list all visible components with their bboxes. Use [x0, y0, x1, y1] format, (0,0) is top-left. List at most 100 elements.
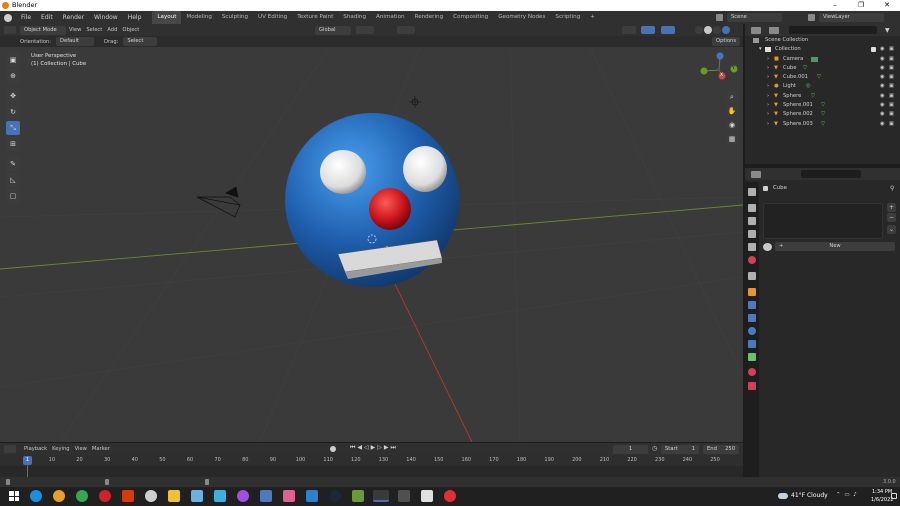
end-frame-field[interactable]: End 250 — [703, 444, 739, 454]
measure-tool-icon[interactable]: ◺ — [6, 173, 20, 187]
tab-geometry-nodes[interactable]: Geometry Nodes — [493, 11, 550, 24]
outliner-item-cube[interactable]: › ▼ Cube ▽ ◉ ▣ — [745, 64, 900, 73]
visibility-eye-icon[interactable]: ◉ — [880, 45, 885, 54]
menu-select[interactable]: Select — [86, 27, 102, 33]
app-icon-6[interactable] — [306, 490, 318, 502]
menu-render[interactable]: Render — [58, 11, 89, 24]
tab-texture-paint[interactable]: Texture Paint — [292, 11, 338, 24]
visibility-eye-icon[interactable]: ◉ — [880, 120, 885, 129]
outliner-item-sphere-003[interactable]: › ▼ Sphere.003 ▽ ◉ ▣ — [745, 120, 900, 129]
viewlayer-selector[interactable]: ViewLayer — [808, 12, 887, 23]
camera-view-icon[interactable]: ◉ — [726, 119, 738, 131]
tab-shading[interactable]: Shading — [338, 11, 371, 24]
transform-orientation-dropdown[interactable]: Global — [315, 25, 351, 35]
properties-search-input[interactable] — [801, 170, 861, 178]
menu-keying[interactable]: Keying — [52, 446, 69, 452]
viewlayer-name[interactable]: ViewLayer — [819, 13, 884, 22]
notification-icon[interactable] — [891, 493, 897, 499]
solid-shading-icon[interactable] — [704, 26, 712, 34]
render-camera-icon[interactable]: ▣ — [889, 101, 894, 110]
playhead[interactable]: 1 — [23, 456, 32, 465]
particles-tab-icon[interactable] — [748, 314, 756, 322]
blender-taskbar-icon[interactable] — [373, 490, 389, 502]
menu-edit[interactable]: Edit — [36, 11, 58, 24]
drag-dropdown[interactable]: Select Box — [123, 37, 158, 53]
pin-icon[interactable]: ⚲ — [890, 185, 894, 192]
app-icon-4[interactable] — [237, 490, 249, 502]
transform-tool-icon[interactable]: ⊞ — [6, 137, 20, 151]
menu-window[interactable]: Window — [89, 11, 123, 24]
tab-scripting[interactable]: Scripting — [550, 11, 585, 24]
menu-marker[interactable]: Marker — [92, 446, 110, 452]
calculator-icon[interactable] — [260, 490, 272, 502]
snap-icon[interactable] — [356, 26, 374, 34]
render-camera-icon[interactable]: ▣ — [889, 55, 894, 64]
app-icon-8[interactable] — [421, 490, 433, 502]
render-camera-icon[interactable]: ▣ — [889, 110, 894, 119]
scene-selector[interactable]: Scene — [716, 12, 785, 23]
blender-menu-icon[interactable] — [4, 13, 12, 22]
visibility-eye-icon[interactable]: ◉ — [880, 82, 885, 91]
view-layer-tab-icon[interactable] — [748, 230, 756, 238]
timeline-editor-icon[interactable] — [4, 445, 16, 453]
scale-tool-icon[interactable]: ⤡ — [6, 121, 20, 135]
outliner-item-sphere-001[interactable]: › ▼ Sphere.001 ▽ ◉ ▣ — [745, 101, 900, 110]
outliner-item-light[interactable]: › ● Light ◎ ◉ ▣ — [745, 82, 900, 91]
mode-dropdown[interactable]: Object Mode — [20, 25, 66, 35]
opera-icon[interactable] — [99, 490, 111, 502]
editor-type-icon[interactable] — [4, 26, 16, 34]
playback-controls[interactable]: ⏮◀◁▶▷▶⏭ — [350, 444, 398, 452]
tab-rendering[interactable]: Rendering — [410, 11, 449, 24]
filter-icon[interactable]: ▼ — [885, 27, 890, 34]
menu-view[interactable]: View — [69, 27, 81, 33]
menu-object[interactable]: Object — [122, 27, 139, 33]
tab-sculpting[interactable]: Sculpting — [217, 11, 253, 24]
annotate-tool-icon[interactable]: ✎ — [6, 157, 20, 171]
tab-compositing[interactable]: Compositing — [448, 11, 493, 24]
zoom-icon[interactable]: ⌕ — [726, 91, 738, 103]
outliner-root[interactable]: Scene Collection — [745, 36, 900, 45]
checkbox-icon[interactable] — [871, 47, 876, 52]
3d-viewport[interactable]: User Perspective (1) Collection | Cube Y… — [0, 47, 743, 442]
outliner-item-sphere[interactable]: › ▼ Sphere ▽ ◉ ▣ — [745, 92, 900, 101]
proportional-edit-icon[interactable] — [397, 26, 415, 34]
tab-layout[interactable]: Layout — [152, 11, 182, 24]
visibility-eye-icon[interactable]: ◉ — [880, 92, 885, 101]
close-button[interactable]: ✕ — [874, 0, 900, 11]
physics-tab-icon[interactable] — [748, 327, 756, 335]
collection-tab-icon[interactable] — [748, 272, 756, 280]
minecraft-icon[interactable] — [352, 490, 364, 502]
options-dropdown[interactable]: Options — [712, 37, 741, 46]
new-material-button[interactable]: + New — [775, 242, 895, 251]
weather-icon[interactable] — [778, 493, 788, 499]
gizmo-toggle-icon[interactable] — [622, 26, 636, 34]
ortho-grid-icon[interactable]: ▦ — [726, 133, 738, 145]
render-camera-icon[interactable]: ▣ — [889, 64, 894, 73]
constraints-tab-icon[interactable] — [748, 340, 756, 348]
file-explorer-icon[interactable] — [168, 490, 180, 502]
record-icon[interactable] — [330, 446, 336, 452]
outliner-item-sphere-002[interactable]: › ▼ Sphere.002 ▽ ◉ ▣ — [745, 110, 900, 119]
move-tool-icon[interactable]: ✥ — [6, 89, 20, 103]
app-icon-3[interactable] — [214, 490, 226, 502]
outliner-collection[interactable]: ▾ Collection ◉ ▣ — [745, 45, 900, 54]
wireframe-shading-icon[interactable] — [695, 26, 703, 34]
menu-timeline-view[interactable]: View — [75, 446, 87, 452]
material-shading-icon[interactable] — [713, 26, 721, 34]
cursor-tool-icon[interactable]: ⊕ — [6, 69, 20, 83]
pan-hand-icon[interactable]: ✋ — [726, 105, 738, 117]
select-box-tool-icon[interactable]: ▣ — [6, 53, 20, 67]
tab-modeling[interactable]: Modeling — [181, 11, 216, 24]
weather-label[interactable]: 41°F Cloudy — [791, 492, 828, 499]
render-tab-icon[interactable] — [748, 204, 756, 212]
outliner-editor-icon[interactable] — [751, 26, 761, 34]
office-icon[interactable] — [122, 490, 134, 502]
app-icon-9[interactable] — [444, 490, 456, 502]
app-icon-7[interactable] — [398, 490, 410, 502]
world-tab-icon[interactable] — [748, 256, 756, 264]
outliner-search-input[interactable] — [789, 26, 877, 34]
scene-tab-icon[interactable] — [748, 243, 756, 251]
windows-start-icon[interactable] — [8, 490, 20, 502]
data-tab-icon[interactable] — [748, 353, 756, 361]
output-tab-icon[interactable] — [748, 217, 756, 225]
